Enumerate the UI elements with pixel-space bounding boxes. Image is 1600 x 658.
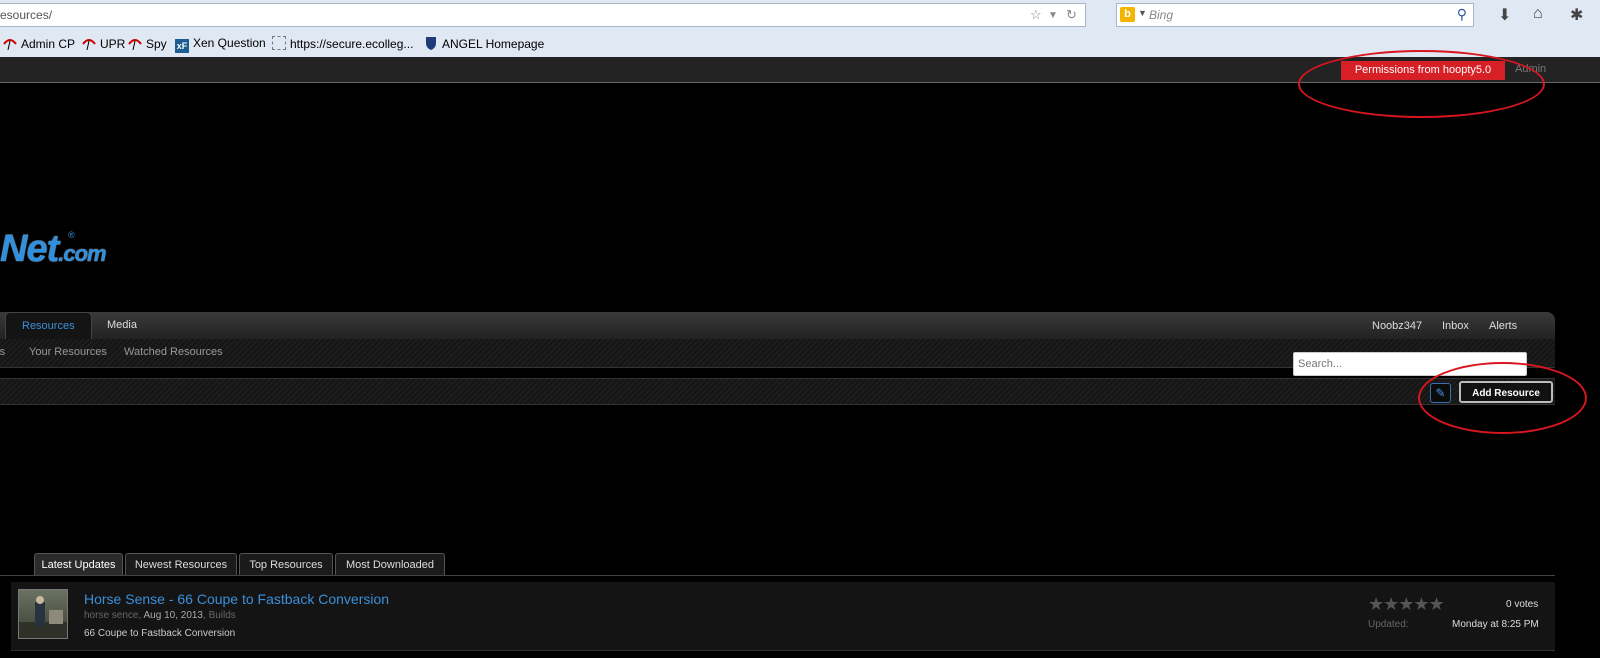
main-navigation (0, 312, 1555, 339)
photo-icon (19, 596, 67, 638)
bookmark-label: https://secure.ecolleg... (290, 37, 414, 51)
resource-category[interactable]: Builds (209, 610, 236, 621)
site-logo[interactable]: Net.com (0, 228, 107, 271)
divider (0, 575, 1555, 576)
engine-dropdown-icon[interactable]: ▼ (1138, 8, 1147, 18)
bookmark-upr[interactable]: UPR (82, 36, 125, 51)
download-icon[interactable]: ⬇ (1498, 5, 1511, 25)
bookmark-label: Admin CP (21, 37, 76, 51)
resource-author[interactable]: horse sence (84, 610, 138, 621)
resource-date: Aug 10, 2013 (143, 610, 204, 621)
bookmark-label: Xen Question (193, 36, 266, 50)
parachute-icon (3, 36, 17, 51)
home-icon[interactable]: ⌂ (1533, 5, 1543, 23)
subnav-item-watched-resources[interactable]: Watched Resources (124, 346, 223, 358)
tab-media[interactable]: Media (107, 319, 137, 331)
resource-thumbnail[interactable] (18, 589, 68, 639)
bookmark-spy[interactable]: Spy (128, 36, 167, 51)
bookmark-ecollege[interactable]: https://secure.ecolleg... (272, 36, 413, 51)
subnav-item-cut[interactable]: rs (0, 346, 5, 358)
vote-count: 0 votes (1506, 599, 1539, 610)
tab-most-downloaded[interactable]: Most Downloaded (335, 553, 445, 575)
title-bar (0, 378, 1555, 405)
annotation-circle-permissions (1298, 50, 1545, 118)
bookmark-angel-homepage[interactable]: ANGEL Homepage (424, 36, 544, 51)
bookmark-label: UPR (100, 37, 126, 51)
resource-description: 66 Coupe to Fastback Conversion (84, 628, 236, 639)
annotation-circle-add-resource (1418, 362, 1587, 434)
tab-top-resources[interactable]: Top Resources (239, 553, 333, 575)
updated-label: Updated: (1368, 619, 1409, 630)
bookmark-star-icon[interactable]: ☆ (1030, 7, 1042, 23)
alerts-link[interactable]: Alerts (1489, 320, 1517, 332)
bookmark-admin-cp[interactable]: Admin CP (3, 36, 75, 51)
dropdown-arrow-icon[interactable]: ▼ (1048, 10, 1058, 21)
resource-meta: horse sence, Aug 10, 2013, Builds (84, 610, 236, 621)
tab-label: Resources (22, 320, 75, 332)
logo-text: Net (0, 228, 59, 270)
blank-page-icon (272, 36, 286, 50)
search-icon[interactable]: ⚲ (1457, 6, 1467, 23)
bing-logo-icon[interactable]: b (1120, 7, 1135, 22)
parachute-icon (128, 36, 142, 51)
subnav-item-your-resources[interactable]: Your Resources (29, 346, 107, 358)
bookmark-label: Spy (146, 37, 167, 51)
xenforo-icon: xF (175, 39, 189, 53)
rating-stars[interactable]: ★★★★★ (1368, 594, 1445, 615)
tab-resources[interactable]: Resources (5, 312, 92, 340)
url-bar[interactable]: esources/ ☆ ▼ ↻ (0, 3, 1086, 27)
shield-icon (424, 36, 438, 50)
inbox-link[interactable]: Inbox (1442, 320, 1469, 332)
url-text[interactable]: esources/ (0, 8, 52, 22)
addon-icon[interactable]: ✱ (1570, 5, 1583, 25)
bookmark-xen-question[interactable]: xF Xen Question (175, 36, 266, 53)
tab-latest-updates[interactable]: Latest Updates (34, 553, 123, 575)
search-engine-placeholder[interactable]: Bing (1149, 8, 1173, 22)
bookmark-label: ANGEL Homepage (442, 37, 545, 51)
browser-search-bar[interactable]: b ▼ Bing ⚲ (1116, 3, 1474, 27)
parachute-icon (82, 36, 96, 51)
logo-suffix: .com (58, 241, 106, 266)
resource-title[interactable]: Horse Sense - 66 Coupe to Fastback Conve… (84, 591, 389, 607)
tab-newest-resources[interactable]: Newest Resources (125, 553, 237, 575)
reload-icon[interactable]: ↻ (1066, 7, 1077, 23)
user-account-link[interactable]: Noobz347 (1372, 320, 1422, 332)
updated-time: Monday at 8:25 PM (1452, 619, 1539, 630)
logo-registered-mark: ® (68, 230, 75, 240)
